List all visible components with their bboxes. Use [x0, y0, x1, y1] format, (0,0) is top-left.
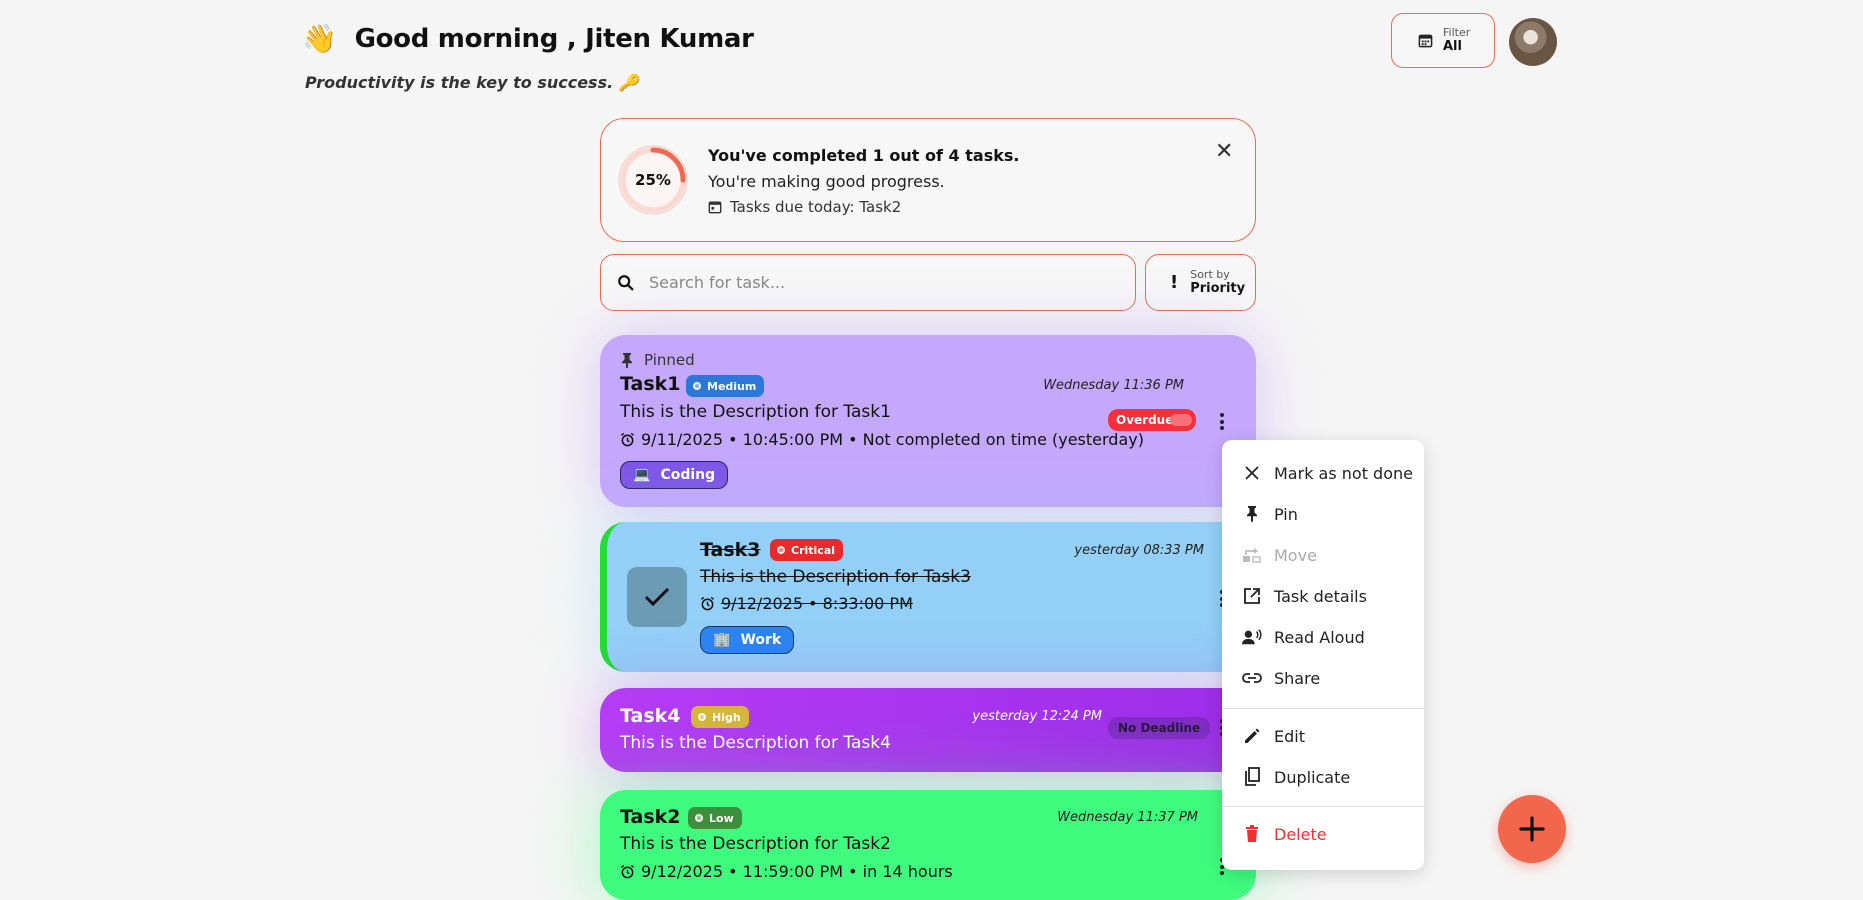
- sort-button[interactable]: ! Sort by Priority: [1145, 254, 1256, 311]
- building-emoji-icon: 🏢: [713, 632, 731, 648]
- calendar-icon: [708, 201, 722, 214]
- menu-divider: [1222, 708, 1424, 709]
- priority-dot-icon: [698, 713, 706, 721]
- menu-item-delete[interactable]: Delete: [1222, 816, 1424, 852]
- record-voice-icon: [1242, 627, 1262, 647]
- task-description: This is the Description for Task2: [620, 834, 891, 854]
- menu-item-mark-not-done[interactable]: Mark as not done: [1222, 455, 1424, 491]
- copy-icon: [1242, 767, 1262, 787]
- plus-icon: [1519, 816, 1545, 842]
- avatar[interactable]: [1509, 18, 1557, 66]
- alarm-icon: [620, 432, 635, 447]
- more-options-icon[interactable]: [1220, 413, 1224, 433]
- menu-item-share[interactable]: Share: [1222, 660, 1424, 696]
- priority-badge: Low: [688, 807, 742, 829]
- done-checkbox[interactable]: [627, 567, 687, 627]
- category-chip[interactable]: 🏢 Work: [700, 626, 795, 654]
- pin-icon: [1242, 504, 1262, 524]
- progress-percent: 25%: [635, 171, 671, 189]
- search-icon: [618, 274, 634, 290]
- task-title: Task2: [620, 806, 681, 828]
- check-icon: [644, 587, 670, 607]
- add-task-button[interactable]: [1498, 795, 1566, 863]
- task-deadline: 9/11/2025 • 10:45:00 PM • Not completed …: [620, 430, 1144, 449]
- priority-badge: Medium: [686, 375, 765, 397]
- task-title: Task1: [620, 373, 681, 395]
- alarm-icon: [700, 596, 715, 611]
- task-context-menu: Mark as not done Pin Move Task details R…: [1222, 440, 1424, 870]
- priority-badge: High: [691, 706, 749, 728]
- sort-value: Priority: [1190, 281, 1246, 296]
- task-description: This is the Description for Task4: [620, 733, 891, 753]
- filter-value: All: [1443, 39, 1462, 54]
- progress-card: 25% You've completed 1 out of 4 tasks. Y…: [600, 118, 1256, 242]
- tasks-due-text: Tasks due today: Task2: [730, 198, 902, 216]
- tasks-due-today: Tasks due today: Task2: [708, 198, 901, 216]
- progress-subtitle: You're making good progress.: [708, 172, 945, 191]
- pinned-label: Pinned: [644, 351, 695, 369]
- task-deadline: 9/12/2025 • 11:59:00 PM • in 14 hours: [620, 862, 953, 881]
- task-title: Task4: [620, 705, 681, 727]
- greeting-heading: 👋 Good morning , Jiten Kumar: [302, 22, 754, 55]
- menu-item-duplicate[interactable]: Duplicate: [1222, 759, 1424, 795]
- close-icon[interactable]: ✕: [1215, 139, 1233, 164]
- menu-item-pin[interactable]: Pin: [1222, 496, 1424, 532]
- task-created-date: Wednesday 11:37 PM: [1057, 810, 1198, 825]
- priority-dot-icon: [777, 546, 785, 554]
- menu-item-move[interactable]: Move: [1222, 537, 1424, 573]
- priority-icon: !: [1170, 272, 1179, 293]
- pinned-indicator: Pinned: [620, 351, 695, 369]
- task-title: Task3: [700, 539, 761, 561]
- sort-label: Sort by: [1190, 268, 1230, 281]
- priority-dot-icon: [695, 814, 703, 822]
- menu-item-edit[interactable]: Edit: [1222, 718, 1424, 754]
- filter-button[interactable]: Filter All: [1391, 13, 1495, 68]
- laptop-emoji-icon: 💻: [633, 467, 651, 483]
- menu-item-task-details[interactable]: Task details: [1222, 578, 1424, 614]
- close-icon: [1242, 463, 1262, 483]
- no-deadline-badge: No Deadline: [1108, 717, 1211, 739]
- motivational-quote: Productivity is the key to success. 🔑: [305, 73, 639, 92]
- edit-icon: [1242, 726, 1262, 746]
- greeting-text: Good morning , Jiten Kumar: [354, 23, 754, 54]
- search-input[interactable]: [647, 272, 1111, 293]
- trash-icon: [1242, 824, 1262, 844]
- filter-label: Filter: [1443, 26, 1471, 39]
- task-created-date: yesterday 12:24 PM: [972, 709, 1102, 724]
- pin-icon: [622, 353, 632, 368]
- task-card[interactable]: Task2 Low Wednesday 11:37 PM This is the…: [600, 790, 1256, 900]
- task-description: This is the Description for Task3: [700, 567, 971, 587]
- menu-divider: [1222, 806, 1424, 807]
- task-created-date: Wednesday 11:36 PM: [1043, 378, 1184, 393]
- priority-badge: Critical: [770, 539, 844, 561]
- open-in-new-icon: [1242, 586, 1262, 606]
- calendar-icon: [1418, 34, 1433, 48]
- search-bar: [600, 254, 1136, 311]
- move-icon: [1242, 545, 1262, 565]
- task-card[interactable]: Task3 Critical yesterday 08:33 PM This i…: [600, 522, 1256, 672]
- progress-title: You've completed 1 out of 4 tasks.: [708, 146, 1020, 165]
- task-card[interactable]: Task4 High yesterday 12:24 PM This is th…: [600, 688, 1256, 772]
- task-card[interactable]: Pinned Task1 Medium Wednesday 11:36 PM T…: [600, 335, 1256, 507]
- alarm-icon: [620, 864, 635, 879]
- menu-item-read-aloud[interactable]: Read Aloud: [1222, 619, 1424, 655]
- wave-emoji: 👋: [302, 22, 337, 55]
- task-description: This is the Description for Task1: [620, 402, 891, 422]
- overdue-badge: Overdue: [1108, 409, 1196, 431]
- task-created-date: yesterday 08:33 PM: [1074, 543, 1204, 558]
- task-deadline: 9/12/2025 • 8:33:00 PM: [700, 594, 913, 613]
- link-icon: [1242, 668, 1262, 688]
- category-chip[interactable]: 💻 Coding: [620, 461, 729, 489]
- priority-dot-icon: [693, 382, 701, 390]
